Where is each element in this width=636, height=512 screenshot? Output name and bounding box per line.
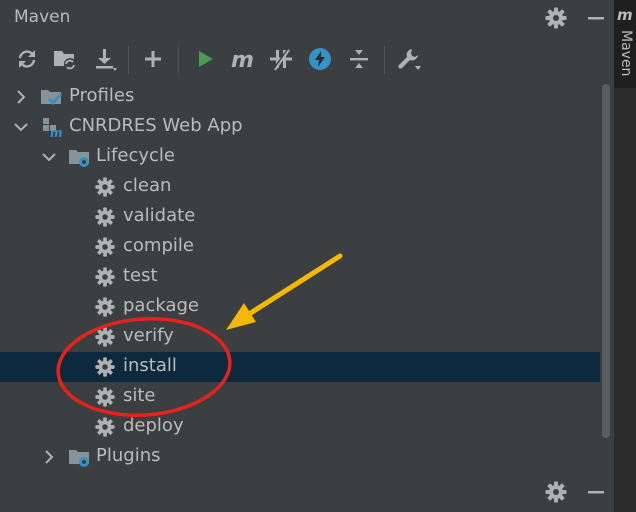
wrench-icon <box>398 49 421 70</box>
lifecycle-goal-label: package <box>123 295 199 316</box>
download-sources-button[interactable] <box>90 44 120 74</box>
chevron-right-icon[interactable] <box>40 448 58 466</box>
offline-icon <box>270 48 292 71</box>
maven-side-tab-label[interactable]: Maven <box>618 30 634 76</box>
tree-node-profiles[interactable]: Profiles <box>0 82 600 112</box>
gear-icon <box>95 177 115 197</box>
maven-projects-tree: Profiles m CNRDRES Web App Lifecycle cle… <box>0 82 600 472</box>
gear-icon[interactable] <box>544 480 568 504</box>
gear-icon <box>95 297 115 317</box>
tool-window-title: Maven <box>14 7 71 27</box>
lifecycle-goal-deploy[interactable]: deploy <box>0 412 600 442</box>
svg-text:m: m <box>231 48 254 71</box>
lifecycle-goal-label: verify <box>123 325 174 346</box>
toolbar-separator <box>128 46 129 74</box>
maven-m-icon: m <box>617 6 633 24</box>
folder-refresh-icon <box>54 51 76 70</box>
lifecycle-goal-package[interactable]: package <box>0 292 600 322</box>
lifecycle-goal-label: compile <box>123 235 194 256</box>
generate-sources-button[interactable] <box>50 44 80 74</box>
maven-tool-window: Maven m Profiles m CNRDRES Web App Lifec… <box>0 0 614 512</box>
chevron-down-icon[interactable] <box>40 148 58 166</box>
chevron-right-icon[interactable] <box>12 88 30 106</box>
lifecycle-goal-label: deploy <box>123 415 184 436</box>
plus-icon <box>145 51 161 67</box>
play-icon <box>199 51 213 67</box>
lifecycle-goal-label: install <box>123 355 177 376</box>
collapse-all-button[interactable] <box>344 44 374 74</box>
toolbar-separator <box>384 46 385 74</box>
tool-window-header: Maven <box>0 0 614 36</box>
tree-node-lifecycle[interactable]: Lifecycle <box>0 142 600 172</box>
maven-toolbar: m <box>0 40 614 80</box>
toggle-offline-mode-button[interactable] <box>266 44 296 74</box>
execute-maven-goal-button[interactable]: m <box>228 44 258 74</box>
lifecycle-goal-install[interactable]: install <box>0 352 600 382</box>
lifecycle-goal-site[interactable]: site <box>0 382 600 412</box>
lifecycle-goal-label: validate <box>123 205 196 226</box>
gear-icon <box>95 207 115 227</box>
refresh-icon <box>18 50 36 68</box>
tree-node-label: Plugins <box>96 445 161 466</box>
gear-icon <box>95 417 115 437</box>
minimize-icon[interactable] <box>584 6 608 30</box>
download-icon <box>96 49 117 71</box>
tree-node-label: Profiles <box>69 85 135 106</box>
lifecycle-goal-compile[interactable]: compile <box>0 232 600 262</box>
tree-scrollbar-thumb[interactable] <box>602 84 610 438</box>
gear-icon <box>95 387 115 407</box>
lifecycle-goal-label: site <box>123 385 156 406</box>
maven-project-icon: m <box>43 118 62 138</box>
lifecycle-goal-clean[interactable]: clean <box>0 172 600 202</box>
lifecycle-folder-icon <box>69 150 89 167</box>
tool-window-footer <box>0 472 614 512</box>
tree-node-label: Lifecycle <box>96 145 175 166</box>
gear-icon <box>95 237 115 257</box>
lifecycle-goal-test[interactable]: test <box>0 262 600 292</box>
lifecycle-goal-label: clean <box>123 175 172 196</box>
toolbar-separator <box>178 46 179 74</box>
skip-tests-button[interactable] <box>305 44 335 74</box>
maven-settings-button[interactable] <box>394 44 424 74</box>
lifecycle-goal-label: test <box>123 265 158 286</box>
svg-text:m: m <box>50 126 62 138</box>
lifecycle-goal-validate[interactable]: validate <box>0 202 600 232</box>
chevron-down-icon[interactable] <box>12 118 30 136</box>
plugins-folder-icon <box>69 450 89 467</box>
tree-node-label: CNRDRES Web App <box>69 115 243 136</box>
run-maven-build-button[interactable] <box>190 44 220 74</box>
lifecycle-goal-verify[interactable]: verify <box>0 322 600 352</box>
collapse-icon <box>350 50 368 68</box>
add-maven-project-button[interactable] <box>138 44 168 74</box>
reload-all-projects-button[interactable] <box>12 44 42 74</box>
profiles-folder-icon <box>41 90 62 106</box>
tree-node-plugins[interactable]: Plugins <box>0 442 600 472</box>
lightning-icon <box>309 48 331 70</box>
gear-icon <box>95 357 115 377</box>
gear-icon[interactable] <box>544 6 568 30</box>
minimize-icon[interactable] <box>584 480 608 504</box>
gear-icon <box>95 267 115 287</box>
gear-icon <box>95 327 115 347</box>
tree-node-project[interactable]: m CNRDRES Web App <box>0 112 600 142</box>
maven-m-icon: m <box>231 48 254 71</box>
